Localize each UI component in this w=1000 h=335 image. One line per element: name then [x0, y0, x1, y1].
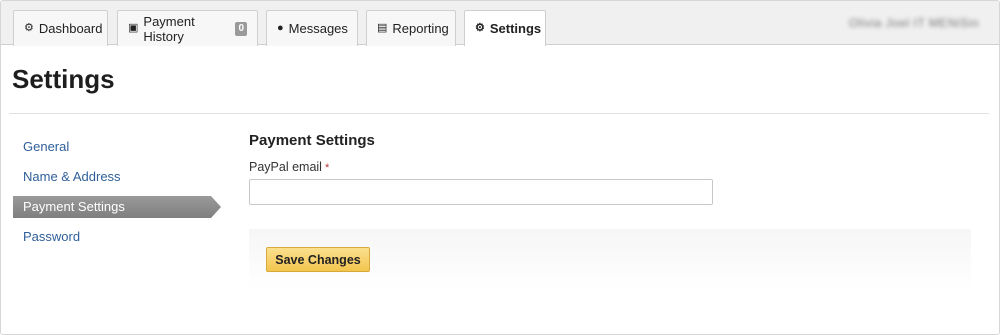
dashboard-icon: ⚙	[24, 22, 34, 34]
sidebar-item-general[interactable]: General	[23, 139, 69, 154]
tab-label: Messages	[288, 21, 348, 36]
tab-reporting[interactable]: ▤ Reporting	[366, 10, 456, 46]
form-actions: Save Changes	[249, 229, 971, 289]
app-window: ⚙ Dashboard ▣ Payment History 0 ● Messag…	[0, 0, 1000, 335]
tab-label: Dashboard	[38, 21, 103, 36]
sidebar-item-password[interactable]: Password	[23, 229, 80, 244]
tab-label: Reporting	[392, 21, 449, 36]
sidebar-item-name-address[interactable]: Name & Address	[23, 169, 121, 184]
header-divider	[9, 113, 989, 114]
save-changes-button[interactable]: Save Changes	[266, 247, 370, 272]
page-title: Settings	[12, 64, 115, 94]
user-menu[interactable]: Olivia Joel IT MENiSin	[849, 16, 979, 30]
tab-messages[interactable]: ● Messages	[266, 10, 358, 46]
paypal-email-label: PayPal email *	[249, 160, 329, 174]
count-badge: 0	[235, 21, 247, 36]
gear-icon: ⚙	[475, 22, 485, 34]
bar-chart-icon: ▤	[377, 22, 388, 34]
chat-icon: ●	[277, 22, 284, 34]
tab-label: Payment History	[143, 13, 195, 44]
tab-dashboard[interactable]: ⚙ Dashboard	[13, 10, 108, 46]
paypal-email-field[interactable]	[249, 179, 713, 205]
tab-label: Settings	[489, 21, 542, 36]
section-title: Payment Settings	[249, 132, 375, 149]
required-marker: *	[324, 162, 330, 174]
money-icon: ▣	[128, 22, 139, 34]
top-nav: ⚙ Dashboard ▣ Payment History 0 ● Messag…	[1, 1, 999, 46]
sidebar-item-payment-settings[interactable]: Payment Settings	[13, 196, 221, 218]
tab-payment-history[interactable]: ▣ Payment History 0	[117, 10, 258, 46]
field-label-text: PayPal email	[249, 160, 322, 174]
tab-settings[interactable]: ⚙ Settings	[464, 10, 546, 46]
